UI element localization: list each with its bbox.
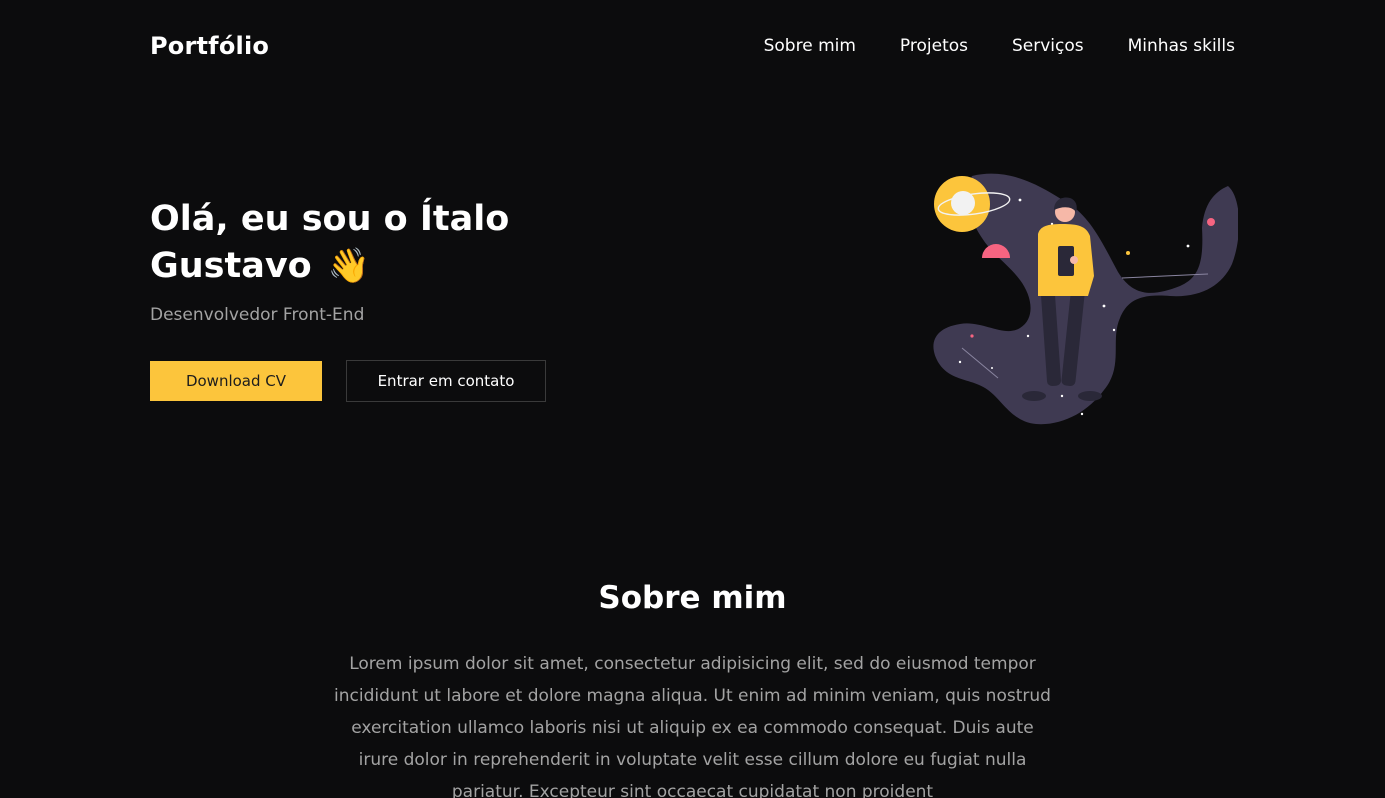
about-section-title: Sobre mim [598,580,787,616]
star [1112,328,1116,332]
person-left-shoe [1022,391,1046,401]
pink-dot [970,334,974,338]
pink-star [1207,218,1215,226]
star [1186,244,1190,248]
nav-link-minhas-skills[interactable]: Minhas skills [1128,36,1235,56]
hero-title: Olá, eu sou o Ítalo Gustavo 👋 [150,196,620,290]
download-cv-button[interactable]: Download CV [150,361,322,401]
contact-button[interactable]: Entrar em contato [346,360,546,402]
star [991,367,993,369]
portfolio-page: Portfólio Sobre mim Projetos Serviços Mi… [0,0,1385,798]
about-section-text: Lorem ipsum dolor sit amet, consectetur … [334,654,1051,798]
site-logo[interactable]: Portfólio [150,32,269,60]
star [958,360,962,364]
star [1018,198,1022,202]
person-hand [1070,256,1078,264]
astronaut-illustration [933,173,1238,425]
hero-subtitle: Desenvolvedor Front-End [150,305,365,325]
star [1060,394,1064,398]
star [1026,334,1030,338]
main-nav: Sobre mim Projetos Serviços Minhas skill… [764,36,1235,56]
yellow-star [1126,251,1130,255]
waving-hand-icon: 👋 [327,246,371,286]
nav-link-sobre-mim[interactable]: Sobre mim [764,36,856,56]
person-right-shoe [1078,391,1102,401]
nav-link-projetos[interactable]: Projetos [900,36,968,56]
star [1080,412,1084,416]
star [1102,304,1106,308]
nav-link-servicos[interactable]: Serviços [1012,36,1084,56]
